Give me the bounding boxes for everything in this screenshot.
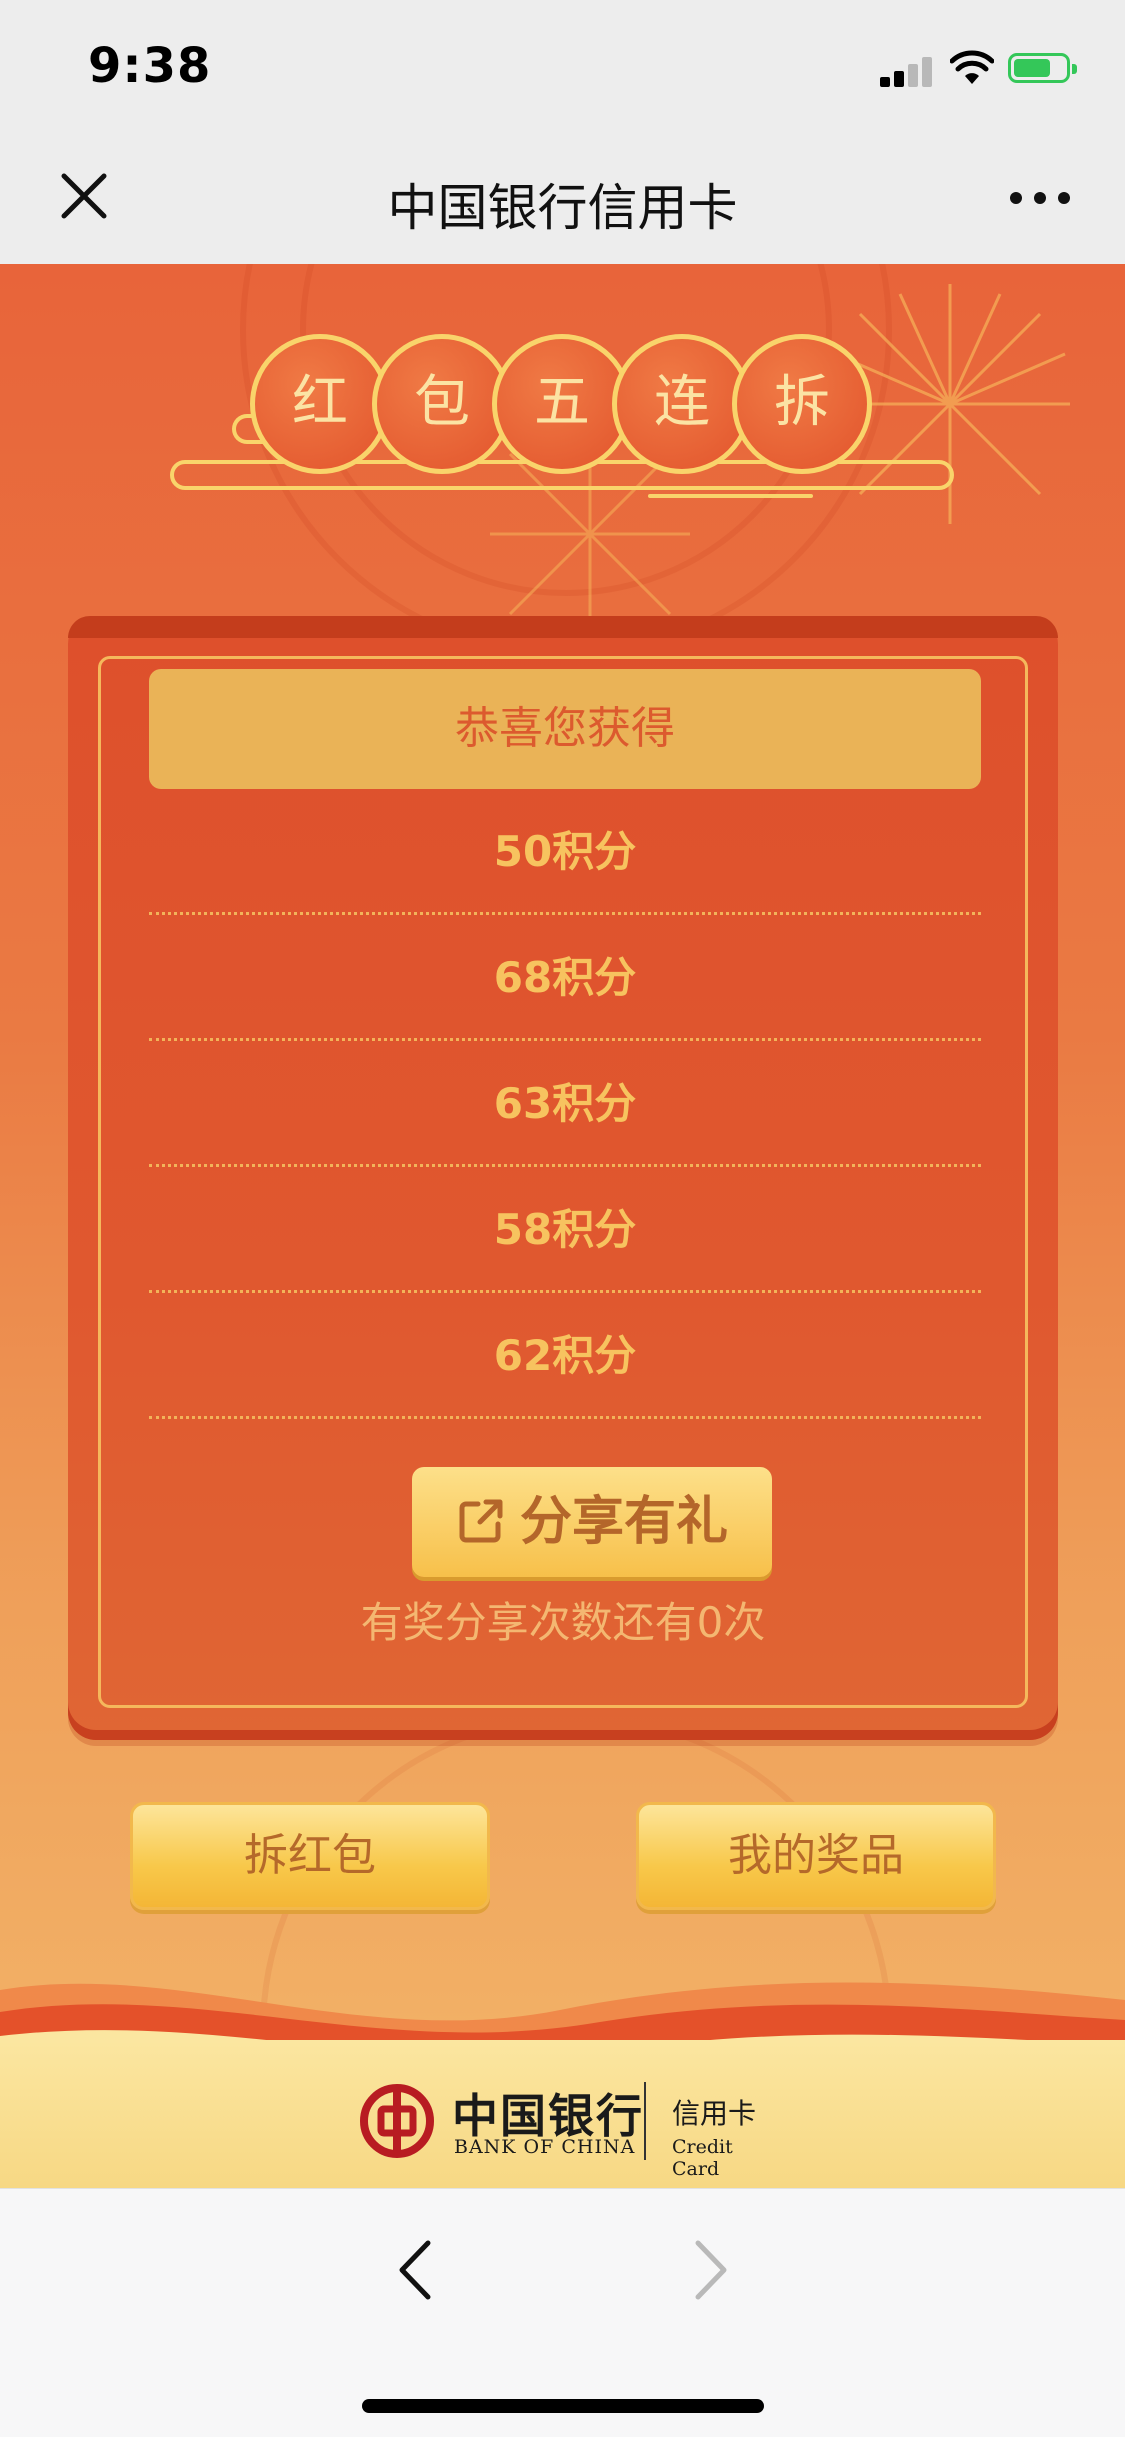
- title-ornament: [648, 494, 813, 498]
- activity-title: 红 包 五 连 拆: [0, 334, 1125, 534]
- prize-item: 68积分: [149, 915, 981, 1041]
- wifi-icon: [950, 50, 994, 84]
- title-char: 五: [492, 334, 632, 474]
- prize-card: 恭喜您获得 50积分 68积分 63积分 58积分 62积分 分享有礼 有奖分享…: [68, 616, 1058, 1740]
- cellular-signal-icon: [880, 55, 936, 87]
- share-count-note: 有奖分享次数还有0次: [360, 1598, 766, 1647]
- title-char: 连: [612, 334, 752, 474]
- congrats-header: 恭喜您获得: [149, 669, 981, 789]
- activity-page: 红 包 五 连 拆 恭喜您获得 50积分 68积分 63积分 58积分 62积分…: [0, 264, 1125, 2188]
- my-prizes-button[interactable]: 我的奖品: [636, 1802, 996, 1910]
- prize-card-frame: 恭喜您获得 50积分 68积分 63积分 58积分 62积分 分享有礼 有奖分享…: [98, 656, 1028, 1708]
- nav-bar: 中国银行信用卡: [0, 140, 1125, 264]
- prize-item: 63积分: [149, 1041, 981, 1167]
- card-top-edge: [68, 616, 1058, 638]
- forward-icon[interactable]: [686, 2235, 736, 2305]
- prize-item: 58积分: [149, 1167, 981, 1293]
- prize-item: 50积分: [149, 789, 981, 915]
- page-title: 中国银行信用卡: [387, 179, 738, 237]
- bank-of-china-logo-icon: [360, 2084, 434, 2158]
- prize-item: 62积分: [149, 1293, 981, 1419]
- open-red-packet-button[interactable]: 拆红包: [130, 1802, 490, 1910]
- battery-icon: [1008, 53, 1077, 83]
- status-time: 9:38: [88, 38, 212, 94]
- logo-credit-card-en: Credit Card: [672, 2136, 733, 2180]
- logo-divider: [644, 2082, 646, 2160]
- home-indicator: [362, 2399, 764, 2413]
- browser-toolbar: [0, 2188, 1125, 2437]
- share-icon: [459, 1499, 503, 1543]
- more-icon[interactable]: [1010, 192, 1070, 208]
- back-icon[interactable]: [390, 2235, 440, 2305]
- prize-list: 50积分 68积分 63积分 58积分 62积分: [149, 789, 981, 1419]
- status-bar: 9:38: [0, 0, 1125, 140]
- title-char: 红: [250, 334, 390, 474]
- share-button[interactable]: 分享有礼: [412, 1467, 772, 1577]
- title-char: 拆: [732, 334, 872, 474]
- bank-logo: 中国银行 BANK OF CHINA 信用卡 Credit Card: [360, 2080, 780, 2180]
- logo-credit-card-cn: 信用卡: [672, 2097, 757, 2130]
- logo-english-name: BANK OF CHINA: [454, 2136, 636, 2158]
- title-char: 包: [372, 334, 512, 474]
- share-button-label: 分享有礼: [519, 1492, 728, 1552]
